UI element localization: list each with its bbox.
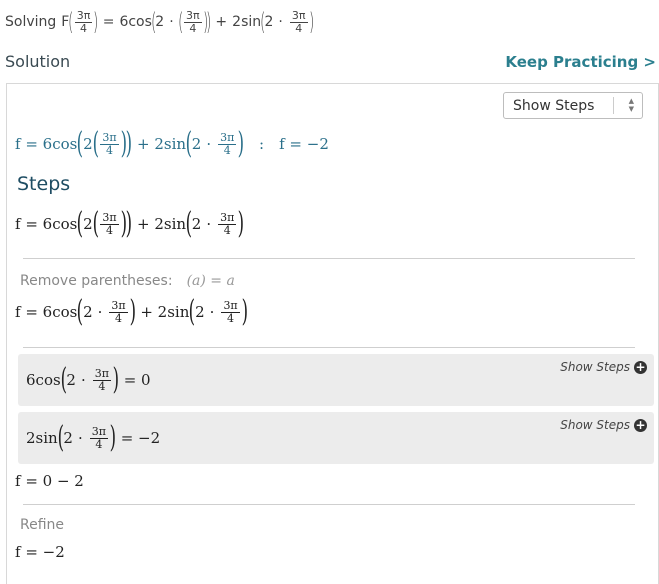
show-steps-button[interactable]: Show Steps + xyxy=(560,360,647,374)
step-equation: f = 6cos (2 · 3π 4 ) + 2sin (2 · 3π 4 ) xyxy=(15,294,248,329)
answer-result: f = −2 xyxy=(279,135,329,153)
divider xyxy=(23,504,635,505)
final-result: f = −2 xyxy=(15,543,65,561)
show-steps-button[interactable]: Show Steps + xyxy=(560,418,647,432)
answer-line: f = 6cos (2 ( 3π 4 )) + 2sin (2 · 3π 4 ) : … xyxy=(15,126,329,161)
steps-heading: Steps xyxy=(17,173,71,195)
plus-circle-icon: + xyxy=(634,359,647,374)
show-steps-dropdown[interactable]: Show Steps ▲ ▼ xyxy=(503,92,643,119)
solving-prefix: Solving xyxy=(5,14,57,30)
step-equation: f = 6cos (2 ( 3π 4 )) + 2sin (2 · 3π 4 ) xyxy=(15,206,245,241)
substep-box: 6cos (2 · 3π 4 ) = 0 Show Steps + xyxy=(18,354,654,406)
plus-circle-icon: + xyxy=(634,417,647,432)
solution-label: Solution xyxy=(5,52,71,71)
show-steps-dropdown-label: Show Steps xyxy=(513,98,595,114)
refine-label: Refine xyxy=(20,517,65,533)
keep-practicing-link[interactable]: Keep Practicing > xyxy=(505,53,656,71)
divider xyxy=(23,258,635,259)
substep-equation: 6cos (2 · 3π 4 ) = 0 xyxy=(26,362,151,397)
step-hint: Remove parentheses: (a) = a xyxy=(20,273,235,289)
solution-row: Solution Keep Practicing > xyxy=(0,50,659,74)
fraction: 3π 4 xyxy=(74,8,93,35)
sort-arrows-icon: ▲ ▼ xyxy=(628,97,634,113)
substep-box: 2sin (2 · 3π 4 ) = −2 Show Steps + xyxy=(18,412,654,464)
problem-header: Solving F ( 3π 4 ) = 6cos ( 2 · ( 3π 4 ) )… xyxy=(5,8,314,36)
solution-panel: Show Steps ▲ ▼ f = 6cos (2 ( 3π 4 )) + 2si… xyxy=(6,83,659,584)
divider xyxy=(23,347,635,348)
substep-equation: 2sin (2 · 3π 4 ) = −2 xyxy=(26,420,161,455)
step-equation: f = 0 − 2 xyxy=(15,472,84,490)
